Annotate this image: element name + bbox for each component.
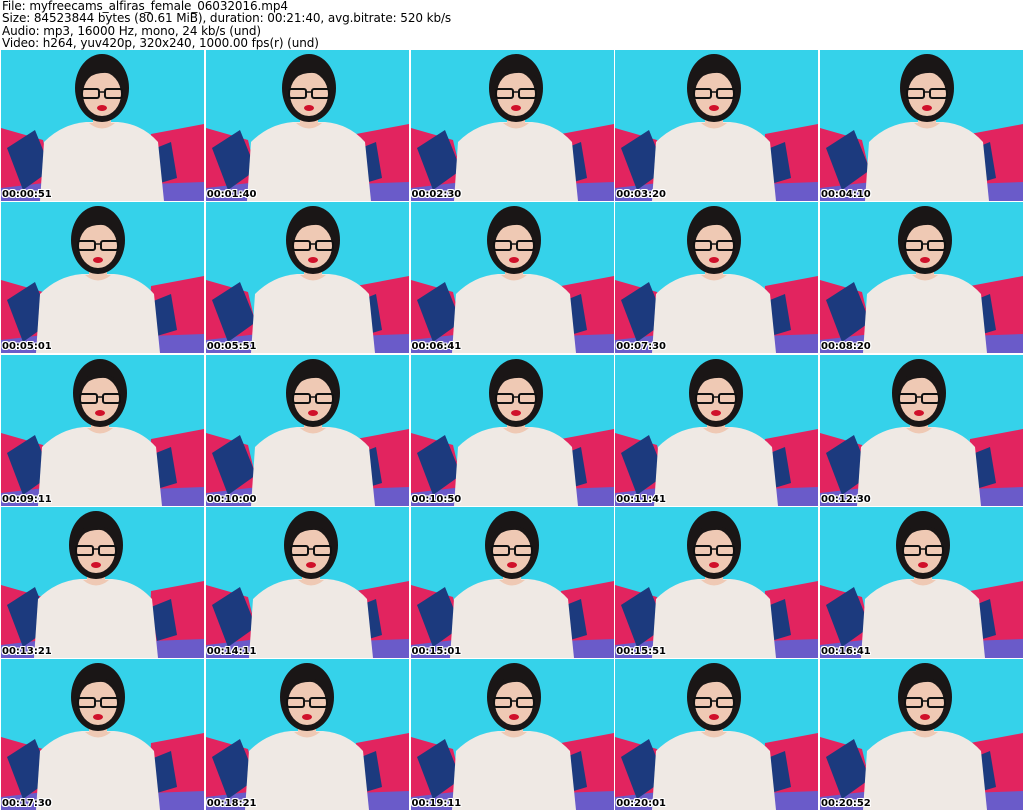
thumbnail-scene (1, 659, 204, 810)
thumbnail-timestamp: 00:02:30 (411, 189, 462, 200)
thumbnail-timestamp: 00:19:11 (411, 798, 462, 809)
thumbnail-scene (820, 354, 1023, 506)
thumbnail-scene (1, 354, 204, 506)
thumbnail-timestamp: 00:05:01 (2, 341, 52, 353)
thumbnail-scene (615, 50, 819, 201)
thumbnail-timestamp: 00:00:51 (2, 189, 52, 200)
video-thumbnail: 00:07:30 (615, 202, 819, 354)
video-thumbnail: 00:17:30 (1, 659, 204, 810)
video-thumbnail: 00:12:30 (820, 354, 1023, 506)
thumbnail-timestamp: 00:12:30 (821, 493, 871, 505)
video-thumbnail: 00:05:01 (1, 202, 204, 354)
video-thumbnail: 00:03:20 (615, 50, 819, 201)
file-info-header: File: myfreecams_alfiras_female_06032016… (2, 0, 1020, 50)
video-thumbnail: 00:11:41 (615, 354, 819, 506)
video-thumbnail: 00:14:11 (205, 506, 409, 658)
thumbnail-scene (615, 202, 819, 354)
thumbnail-timestamp: 00:20:01 (616, 798, 666, 809)
thumbnail-timestamp: 00:11:41 (616, 493, 666, 505)
thumbnail-scene (820, 202, 1023, 354)
thumbnail-timestamp: 00:06:41 (411, 341, 462, 353)
thumbnail-timestamp: 00:10:50 (411, 493, 462, 505)
video-thumbnail: 00:04:10 (820, 50, 1023, 201)
thumbnail-scene (820, 659, 1023, 810)
thumbnail-timestamp: 00:05:51 (206, 341, 257, 353)
thumbnail-scene (205, 202, 409, 354)
thumbnail-scene (1, 202, 204, 354)
thumbnail-scene (205, 354, 409, 506)
thumbnail-scene (820, 506, 1023, 658)
thumbnail-timestamp: 00:10:00 (206, 493, 257, 505)
video-info-line: Video: h264, yuv420p, 320x240, 1000.00 f… (2, 36, 319, 51)
thumbnail-timestamp: 00:16:41 (821, 645, 871, 657)
thumbnail-scene (410, 202, 614, 354)
video-thumbnail: 00:08:20 (820, 202, 1023, 354)
thumbnail-timestamp: 00:09:11 (2, 493, 52, 505)
video-thumbnail: 00:15:51 (615, 506, 819, 658)
thumbnail-scene (410, 50, 614, 201)
thumbnail-scene (205, 506, 409, 658)
thumbnail-timestamp: 00:17:30 (2, 798, 52, 809)
thumbnail-timestamp: 00:01:40 (206, 189, 257, 200)
thumbnail-scene (615, 659, 819, 810)
thumbnail-scene (1, 50, 204, 201)
thumbnail-scene (615, 354, 819, 506)
video-thumbnail: 00:18:21 (205, 659, 409, 810)
video-thumbnail: 00:06:41 (410, 202, 614, 354)
video-thumbnail: 00:05:51 (205, 202, 409, 354)
video-thumbnail: 00:00:51 (1, 50, 204, 201)
thumbnail-scene (410, 659, 614, 810)
video-thumbnail: 00:15:01 (410, 506, 614, 658)
video-thumbnail: 00:16:41 (820, 506, 1023, 658)
thumbnail-scene (820, 50, 1023, 201)
thumbnail-timestamp: 00:15:51 (616, 645, 666, 657)
thumbnail-timestamp: 00:03:20 (616, 189, 666, 200)
video-thumbnail: 00:10:50 (410, 354, 614, 506)
video-thumbnail: 00:20:52 (820, 659, 1023, 810)
thumbnail-timestamp: 00:18:21 (206, 798, 257, 809)
thumbnail-scene (410, 354, 614, 506)
thumbnail-scene (410, 506, 614, 658)
thumbnail-grid: 00:00:51 00:01:40 00:02:30 00:03:20 00:04:10… (1, 50, 1023, 810)
thumbnail-scene (205, 50, 409, 201)
video-thumbnail: 00:10:00 (205, 354, 409, 506)
thumbnail-timestamp: 00:14:11 (206, 645, 257, 657)
video-thumbnail: 00:19:11 (410, 659, 614, 810)
thumbnail-timestamp: 00:15:01 (411, 645, 462, 657)
thumbnail-scene (615, 506, 819, 658)
thumbnail-scene (1, 506, 204, 658)
video-thumbnail: 00:13:21 (1, 506, 204, 658)
file-size-line: Size: 84523844 bytes (80.61 MiB), durati… (2, 11, 452, 26)
thumbnail-timestamp: 00:20:52 (821, 798, 871, 809)
video-thumbnail: 00:02:30 (410, 50, 614, 201)
thumbnail-timestamp: 00:08:20 (821, 341, 871, 353)
thumbnail-timestamp: 00:07:30 (616, 341, 666, 353)
video-thumbnail: 00:01:40 (205, 50, 409, 201)
video-thumbnail: 00:09:11 (1, 354, 204, 506)
thumbnail-scene (205, 659, 409, 810)
thumbnail-timestamp: 00:04:10 (821, 189, 871, 200)
thumbnail-timestamp: 00:13:21 (2, 645, 52, 657)
video-thumbnail: 00:20:01 (615, 659, 819, 810)
